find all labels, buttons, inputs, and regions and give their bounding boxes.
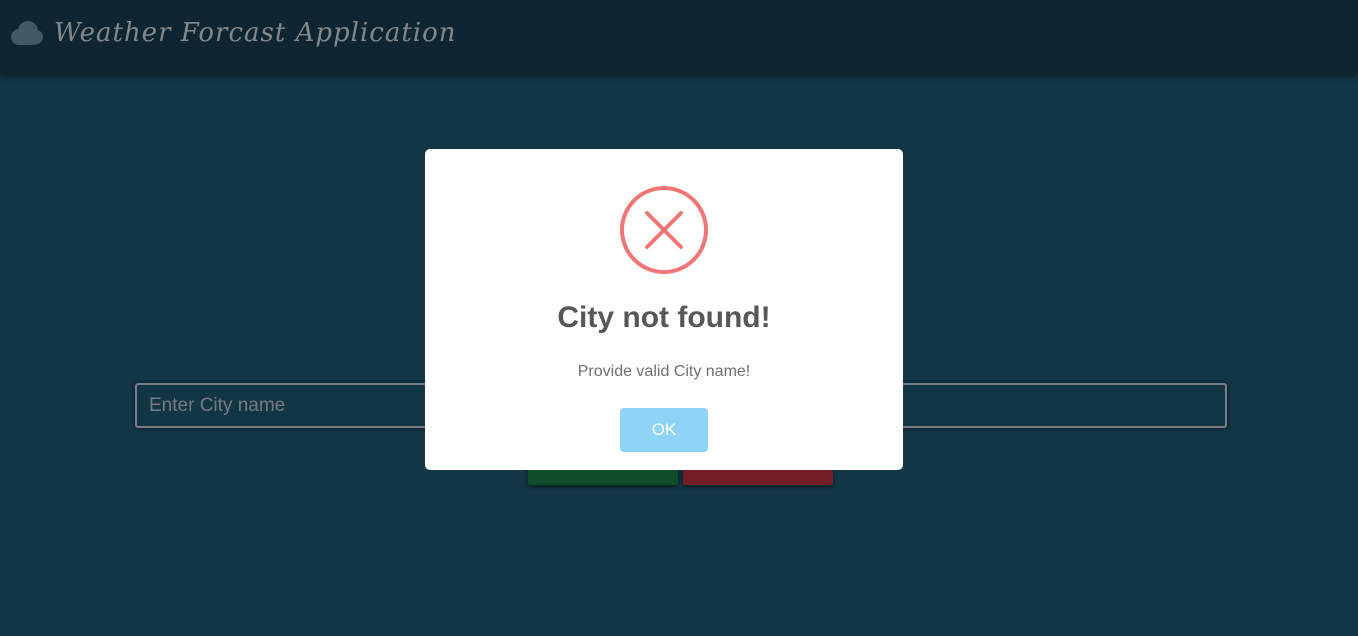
error-x-icon [620, 186, 708, 274]
dialog-title: City not found! [557, 301, 771, 334]
dialog-message: Provide valid City name! [577, 363, 751, 380]
error-dialog: City not found! Provide valid City name!… [425, 149, 903, 470]
ok-button[interactable]: OK [620, 408, 708, 452]
